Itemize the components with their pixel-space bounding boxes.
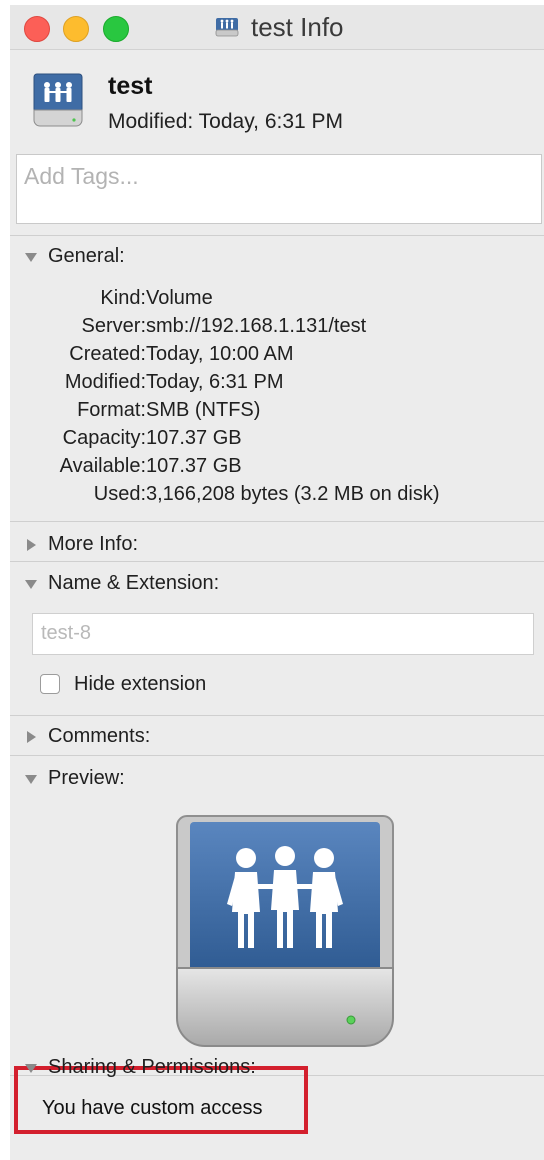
zoom-button[interactable] xyxy=(103,16,129,42)
section-preview-label: Preview: xyxy=(48,767,125,789)
name-field-value: test-8 xyxy=(41,622,92,644)
general-row-modified: Modified: Today, 6:31 PM xyxy=(10,371,544,399)
general-key: Available: xyxy=(59,455,146,477)
general-value: Today, 6:31 PM xyxy=(146,371,284,393)
tags-input[interactable]: Add Tags... xyxy=(16,154,542,224)
tags-placeholder: Add Tags... xyxy=(24,163,139,189)
general-key: Modified: xyxy=(64,371,146,393)
divider xyxy=(10,521,544,522)
minimize-button[interactable] xyxy=(63,16,89,42)
section-general-label: General: xyxy=(48,245,125,267)
section-more-info-label: More Info: xyxy=(48,533,139,555)
general-key: Server: xyxy=(81,315,146,337)
disclosure-expanded-icon xyxy=(25,1063,37,1073)
general-value: Today, 10:00 AM xyxy=(146,343,294,365)
section-preview-toggle[interactable]: Preview: xyxy=(24,767,125,790)
disclosure-collapsed-icon xyxy=(27,730,36,743)
section-sharing-label: Sharing & Permissions: xyxy=(48,1056,256,1078)
hide-extension-label: Hide extension xyxy=(74,673,207,695)
section-sharing-toggle[interactable]: Sharing & Permissions: xyxy=(24,1056,256,1079)
disclosure-collapsed-icon xyxy=(27,538,36,551)
general-row-format: Format: SMB (NTFS) xyxy=(10,399,544,427)
title-bar[interactable]: test Info xyxy=(10,5,544,50)
general-value: 3,166,208 bytes (3.2 MB on disk) xyxy=(146,483,440,505)
general-key: Used: xyxy=(93,483,146,505)
general-value: Volume xyxy=(146,287,213,309)
window-title: test Info xyxy=(251,11,344,42)
disclosure-expanded-icon xyxy=(25,579,37,589)
item-name: test xyxy=(108,72,153,100)
general-key: Kind: xyxy=(100,287,146,309)
divider xyxy=(10,755,544,756)
divider xyxy=(10,561,544,562)
hide-extension-checkbox[interactable] xyxy=(40,674,60,694)
close-button[interactable] xyxy=(24,16,50,42)
section-comments-label: Comments: xyxy=(48,725,151,747)
general-row-used: Used: 3,166,208 bytes (3.2 MB on disk) xyxy=(10,483,544,511)
general-value: SMB (NTFS) xyxy=(146,399,261,421)
general-key: Created: xyxy=(69,343,146,365)
general-value: 107.37 GB xyxy=(146,427,242,449)
section-general-toggle[interactable]: General: xyxy=(24,245,125,268)
section-comments-toggle[interactable]: Comments: xyxy=(24,725,150,748)
disclosure-expanded-icon xyxy=(25,252,37,262)
item-modified: Modified: Today, 6:31 PM xyxy=(108,110,344,133)
preview-area xyxy=(165,810,405,1054)
info-window: test Info test Modified: Today, 6:31 PM … xyxy=(10,5,544,1160)
name-field[interactable]: test-8 xyxy=(32,613,534,655)
access-status: You have custom access xyxy=(42,1097,263,1119)
general-row-server: Server: smb://192.168.1.131/test xyxy=(10,315,544,343)
shared-drive-icon xyxy=(215,18,239,37)
general-key: Format: xyxy=(77,399,146,421)
general-value: smb://192.168.1.131/test xyxy=(146,315,367,337)
general-row-available: Available: 107.37 GB xyxy=(10,455,544,483)
general-key: Capacity: xyxy=(62,427,146,449)
divider xyxy=(10,235,544,236)
section-more-info-toggle[interactable]: More Info: xyxy=(24,533,138,556)
general-row-kind: Kind: Volume xyxy=(10,287,544,315)
info-header: test Modified: Today, 6:31 PM Add Tags..… xyxy=(10,50,544,240)
shared-drive-icon xyxy=(176,815,394,1047)
section-name-extension-toggle[interactable]: Name & Extension: xyxy=(24,572,219,595)
general-row-created: Created: Today, 10:00 AM xyxy=(10,343,544,371)
general-row-capacity: Capacity: 107.37 GB xyxy=(10,427,544,455)
disclosure-expanded-icon xyxy=(25,774,37,784)
general-value: 107.37 GB xyxy=(146,455,242,477)
window-title-group: test Info xyxy=(215,11,344,43)
divider xyxy=(10,715,544,716)
shared-drive-icon xyxy=(33,73,83,127)
section-name-extension-label: Name & Extension: xyxy=(48,572,220,594)
